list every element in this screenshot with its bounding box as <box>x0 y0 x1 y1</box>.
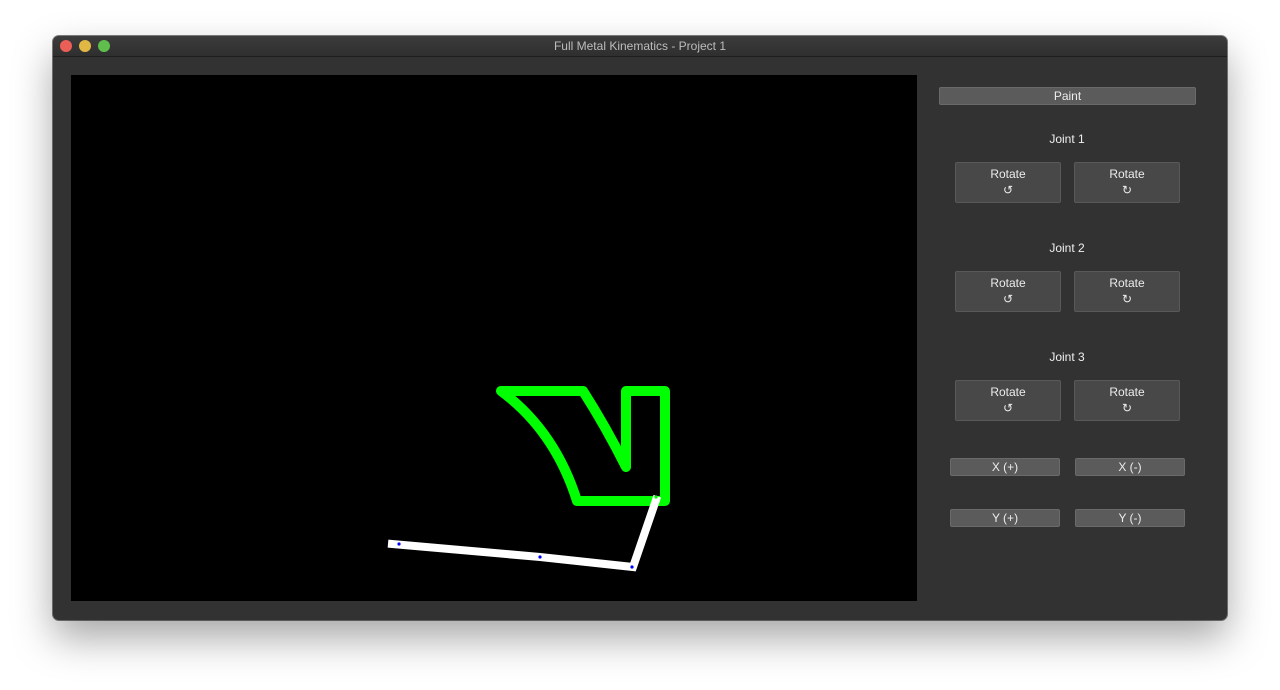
joint-1-rotate-cw-button[interactable]: Rotate ↻ <box>1074 162 1180 203</box>
rotate-cw-icon: ↻ <box>1121 183 1133 197</box>
joint-3-label: Joint 3 <box>1049 350 1085 364</box>
arm-end-effector <box>654 495 658 499</box>
window-title: Full Metal Kinematics - Project 1 <box>553 39 727 53</box>
x-plus-button[interactable]: X (+) <box>950 458 1060 476</box>
joint-3-rotate-cw-button[interactable]: Rotate ↻ <box>1074 380 1180 421</box>
y-plus-button[interactable]: Y (+) <box>950 509 1060 527</box>
joint-1-rotate-ccw-label: Rotate <box>990 167 1026 181</box>
x-minus-button[interactable]: X (-) <box>1075 458 1185 476</box>
control-panel: Paint Joint 1 Rotate ↺ Rotate ↻ Joint 2 … <box>917 57 1227 620</box>
joint-1-label: Joint 1 <box>1049 132 1085 146</box>
joint-2-label: Joint 2 <box>1049 241 1085 255</box>
rotate-ccw-icon: ↺ <box>1002 292 1014 306</box>
joint-3-rotate-ccw-label: Rotate <box>990 385 1026 399</box>
joint-2-rotate-ccw-label: Rotate <box>990 276 1026 290</box>
robot-arm <box>387 494 662 572</box>
joint-2-rotate-ccw-button[interactable]: Rotate ↺ <box>955 271 1061 312</box>
rotate-ccw-icon: ↺ <box>1002 183 1014 197</box>
arm-joint-2 <box>538 555 542 559</box>
joint-2-rotate-cw-button[interactable]: Rotate ↻ <box>1074 271 1180 312</box>
arm-joint-3 <box>630 565 634 569</box>
joint-3-rotate-cw-label: Rotate <box>1109 385 1145 399</box>
joint-3-rotate-ccw-button[interactable]: Rotate ↺ <box>955 380 1061 421</box>
rotate-ccw-icon: ↺ <box>1002 401 1014 415</box>
joint-2-rotate-cw-label: Rotate <box>1109 276 1145 290</box>
title-bar: Full Metal Kinematics - Project 1 <box>53 36 1227 57</box>
rotate-cw-icon: ↻ <box>1121 292 1133 306</box>
canvas-drawing <box>387 386 670 572</box>
painted-stroke <box>496 386 670 506</box>
arm-joint-1 <box>397 542 401 546</box>
joint-1-rotate-ccw-button[interactable]: Rotate ↺ <box>955 162 1061 203</box>
drawing-canvas[interactable] <box>71 75 917 601</box>
paint-button[interactable]: Paint <box>939 87 1196 105</box>
app-window: Full Metal Kinematics - Project 1 Paint … <box>53 36 1227 620</box>
y-minus-button[interactable]: Y (-) <box>1075 509 1185 527</box>
rotate-cw-icon: ↻ <box>1121 401 1133 415</box>
joint-1-rotate-cw-label: Rotate <box>1109 167 1145 181</box>
